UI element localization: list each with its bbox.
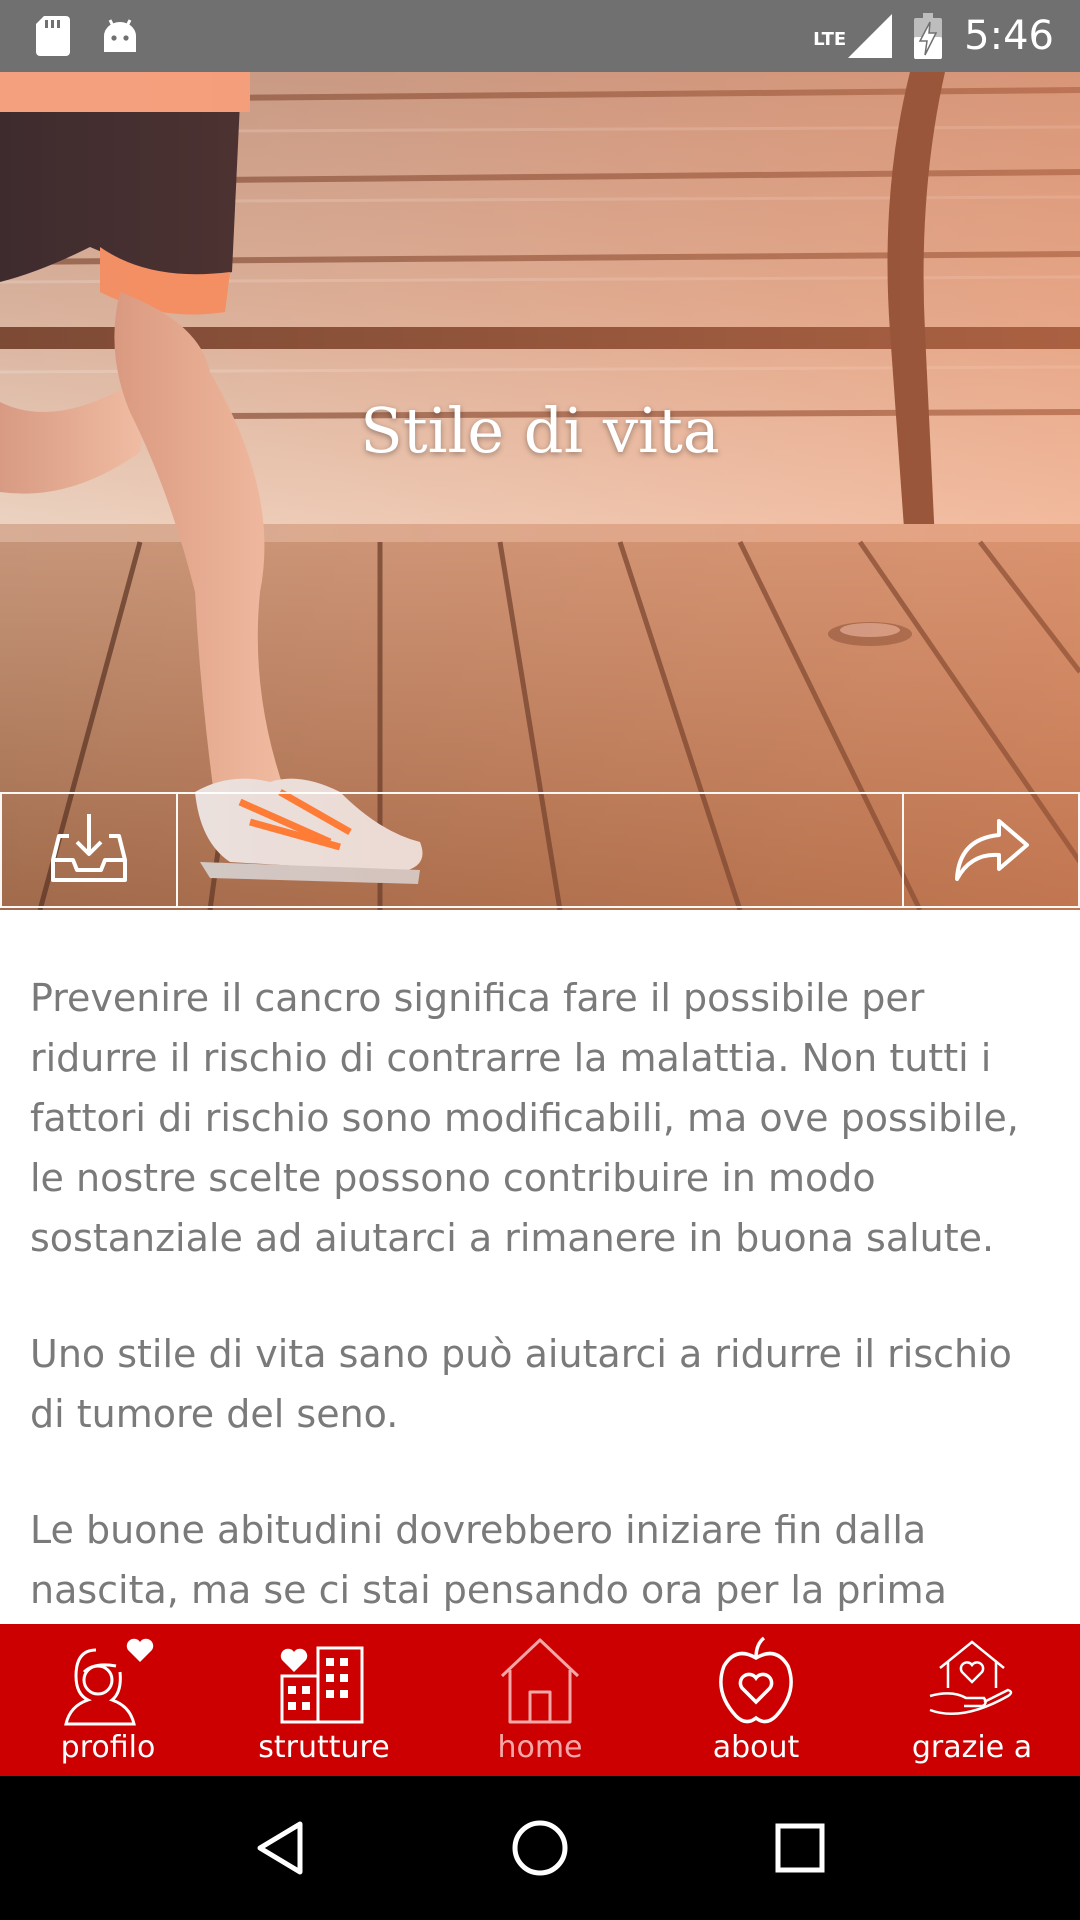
article-paragraph: Prevenire il cancro significa fare il po… (30, 976, 1019, 1260)
action-bar-spacer (178, 792, 902, 908)
hand-heart-house-icon (929, 1640, 1013, 1716)
android-icon (104, 19, 136, 52)
apple-heart-icon (719, 1636, 793, 1724)
article-paragraph: Uno stile di vita sano può aiutarci a ri… (30, 1332, 1012, 1436)
back-icon[interactable] (250, 1818, 310, 1878)
hero-action-bar (0, 792, 1080, 908)
recents-icon[interactable] (770, 1818, 830, 1878)
download-tray-icon (51, 814, 127, 882)
hero-image: Stile di vita (0, 72, 1080, 910)
nav-label-about: about (712, 1730, 800, 1765)
clock: 5:46 (964, 13, 1054, 59)
nav-item-home[interactable]: home (432, 1624, 648, 1776)
nav-label-grazie: grazie a (911, 1730, 1033, 1765)
nav-item-about[interactable]: about (648, 1624, 864, 1776)
nav-item-strutture[interactable]: strutture (216, 1624, 432, 1776)
share-button[interactable] (902, 792, 1080, 908)
signal-icon (848, 14, 893, 58)
bottom-navigation: profilo strutture home about grazie a (0, 1624, 1080, 1776)
nav-label-home: home (497, 1730, 583, 1765)
network-type-label: LTE (813, 29, 847, 50)
article-body: Prevenire il cancro significa fare il po… (30, 968, 1050, 1676)
running-photo (0, 72, 1080, 910)
home-icon (500, 1638, 580, 1724)
nav-label-profilo: profilo (60, 1730, 156, 1765)
profile-heart-icon (64, 1638, 154, 1726)
download-button[interactable] (0, 792, 178, 908)
sd-card-icon (36, 16, 70, 56)
status-bar: LTE 5:46 (0, 0, 1080, 72)
nav-item-profilo[interactable]: profilo (0, 1624, 216, 1776)
buildings-heart-icon (280, 1646, 364, 1724)
nav-item-grazie[interactable]: grazie a (864, 1624, 1080, 1776)
nav-label-strutture: strutture (258, 1730, 390, 1765)
hero-title: Stile di vita (360, 394, 720, 467)
home-circle-icon[interactable] (510, 1818, 570, 1878)
share-arrow-icon (955, 819, 1029, 881)
system-navigation-bar (0, 1776, 1080, 1920)
battery-charging-icon (914, 13, 943, 59)
article-paragraph: Le buone abitudini dovrebbero iniziare f… (30, 1508, 947, 1612)
